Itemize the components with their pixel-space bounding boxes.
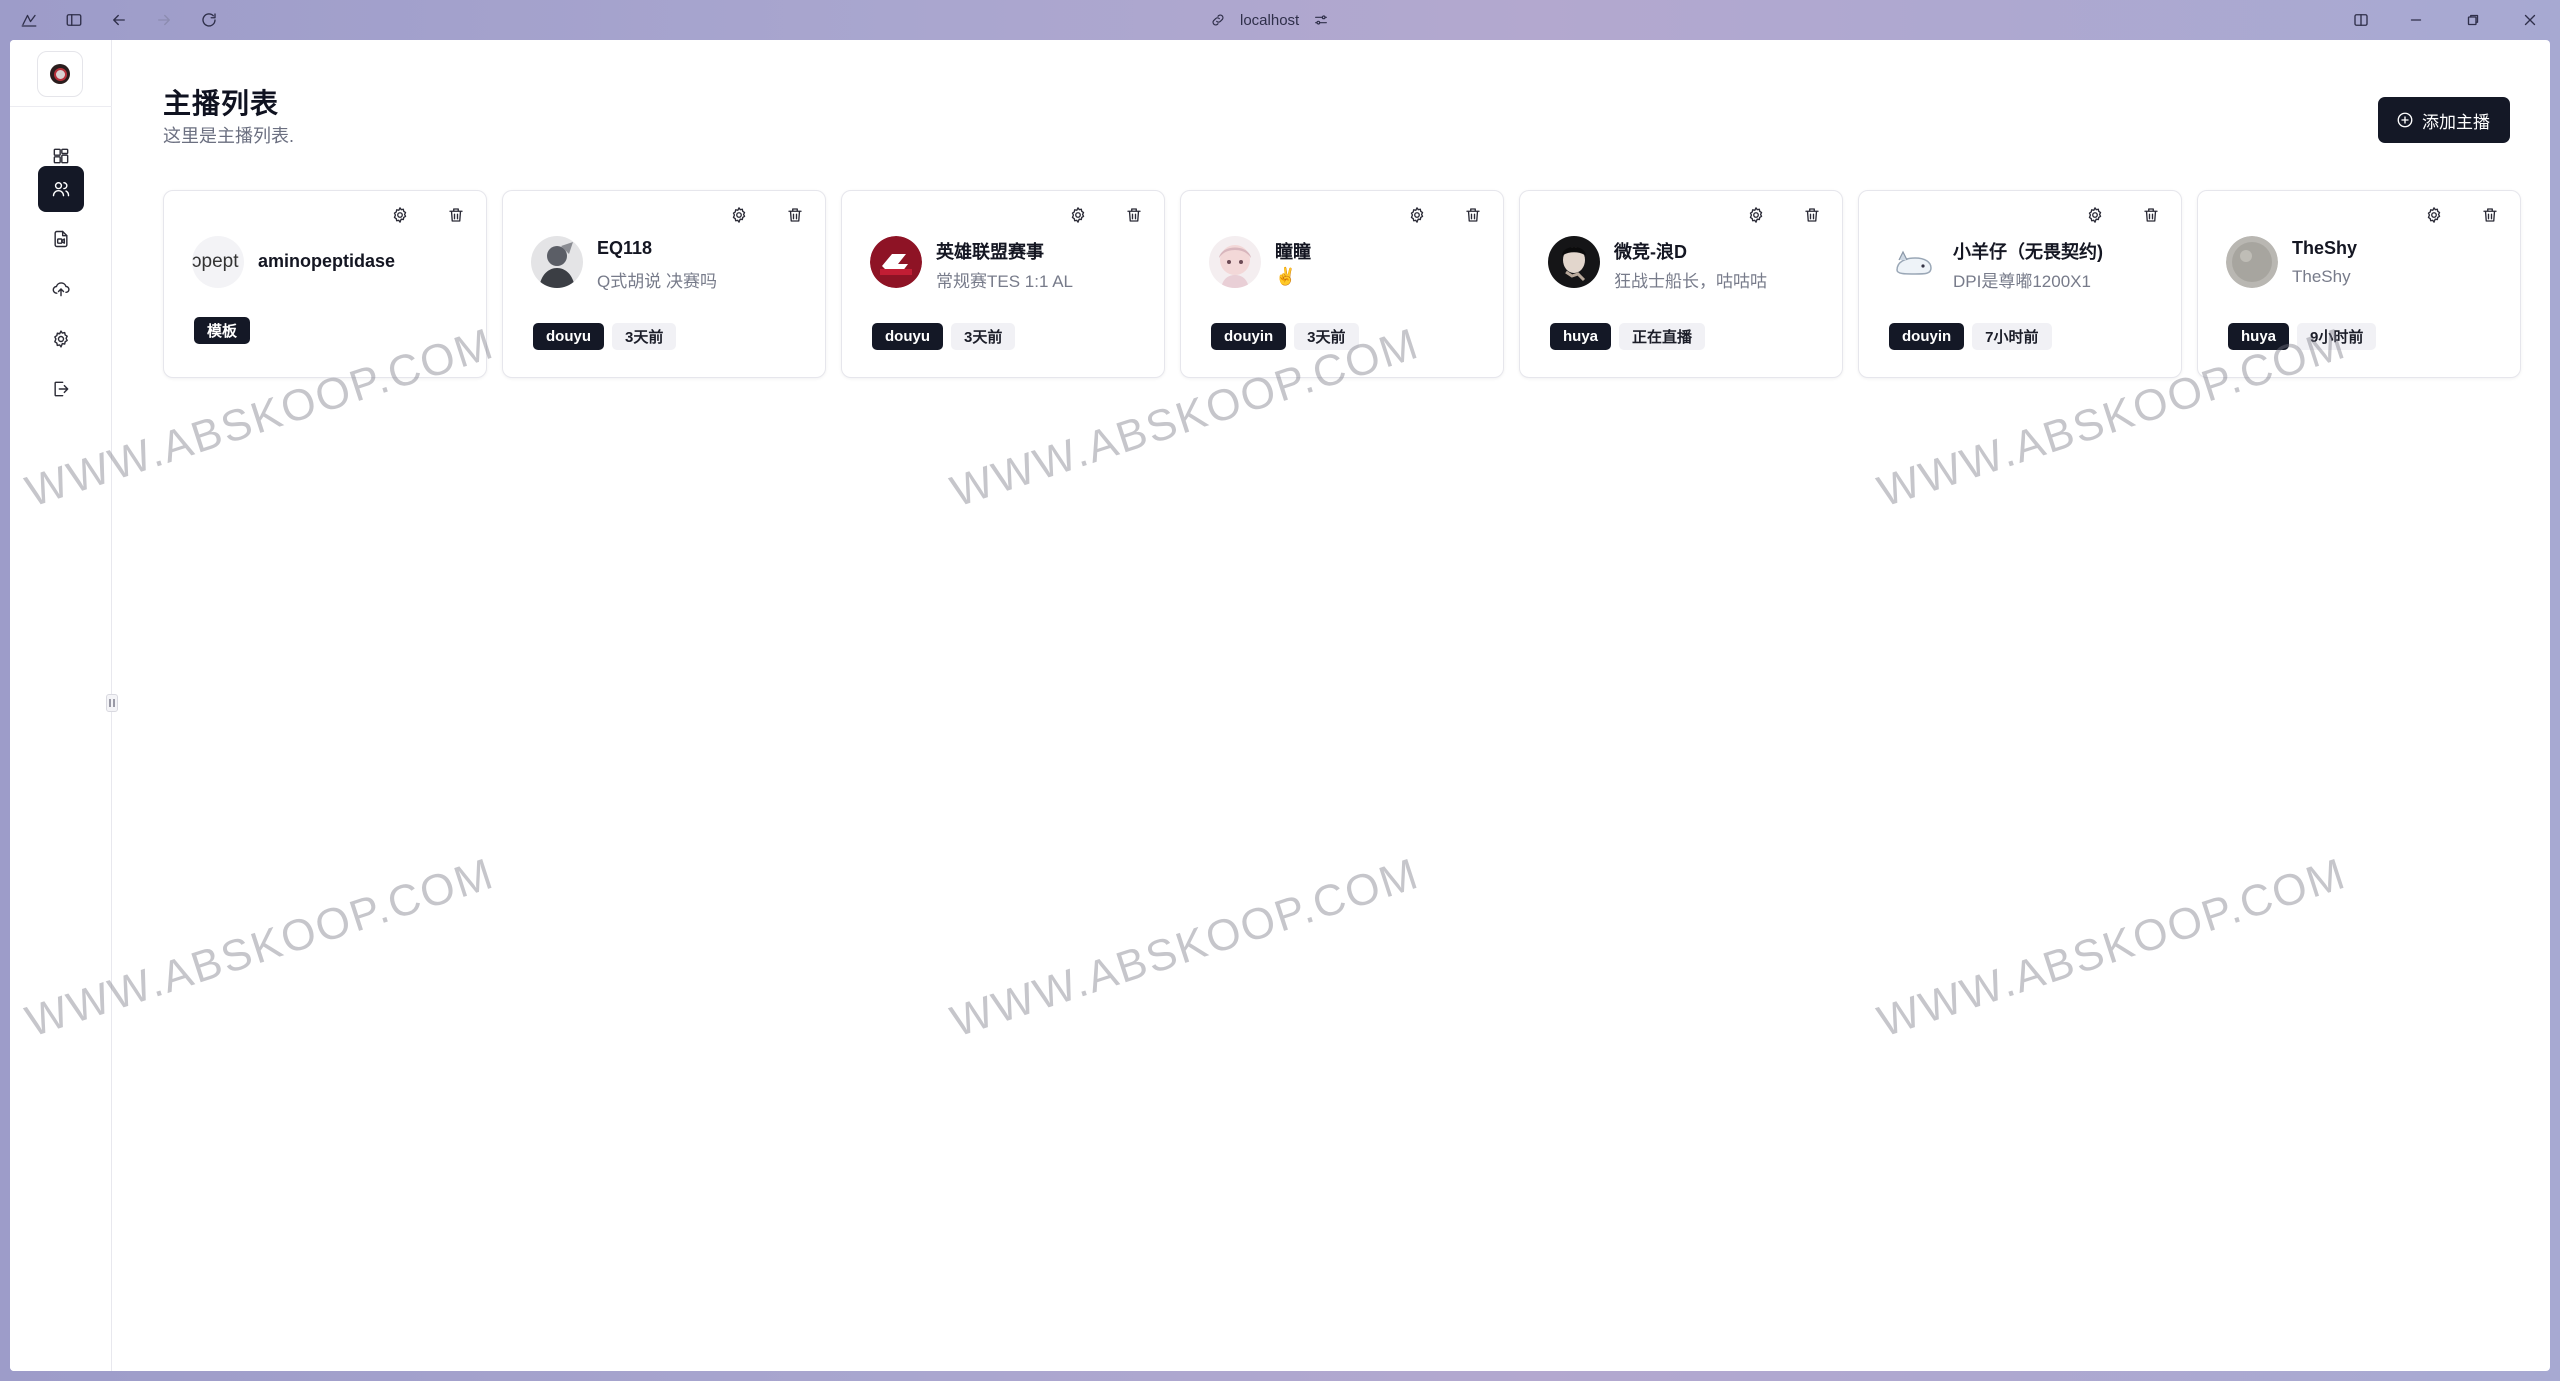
avatar bbox=[2226, 236, 2278, 288]
trash-icon[interactable] bbox=[444, 203, 468, 227]
address-bar[interactable]: localhost bbox=[1210, 8, 1329, 32]
cloud-upload-icon bbox=[52, 282, 70, 297]
trash-icon[interactable] bbox=[1461, 203, 1485, 227]
stream-title: 常规赛TES 1:1 AL bbox=[936, 272, 1073, 291]
stream-title: Q式胡说 决赛吗 bbox=[597, 272, 717, 291]
live-status-badge: 正在直播 bbox=[1619, 323, 1706, 350]
forward-icon[interactable] bbox=[152, 8, 176, 32]
sidebar-item-upload[interactable] bbox=[38, 266, 84, 312]
avatar bbox=[870, 236, 922, 288]
streamer-name: aminopeptidase bbox=[258, 251, 396, 271]
trash-icon[interactable] bbox=[783, 203, 807, 227]
reload-icon[interactable] bbox=[197, 8, 221, 32]
avatar bbox=[1548, 236, 1600, 288]
logout-icon bbox=[54, 381, 69, 397]
streamer-name: EQ118 bbox=[597, 238, 653, 258]
stream-title: ✌️ bbox=[1275, 267, 1297, 286]
gear-icon[interactable] bbox=[1405, 203, 1429, 227]
link-icon bbox=[1212, 14, 1224, 26]
streamer-card[interactable]: 瞳瞳 ✌️ douyin 3天前 bbox=[1180, 190, 1504, 378]
users-icon bbox=[52, 182, 70, 197]
streamer-card[interactable]: ɔpept aminopeptidase 模板 bbox=[163, 190, 487, 378]
page-subtitle: 这里是主播列表. bbox=[163, 126, 295, 146]
main-content: 主播列表 这里是主播列表. 添加主播 ɔpept aminopeptidase … bbox=[113, 40, 2550, 1371]
streamer-card[interactable]: 英雄联盟赛事 常规赛TES 1:1 AL douyu 3天前 bbox=[841, 190, 1165, 378]
url-text: localhost bbox=[1240, 11, 1300, 29]
sidebar-divider bbox=[10, 106, 112, 107]
template-badge: 模板 bbox=[194, 317, 251, 344]
sidebar-toggle-icon[interactable] bbox=[62, 8, 86, 32]
trash-icon[interactable] bbox=[1122, 203, 1146, 227]
platform-badge: douyu bbox=[872, 323, 943, 350]
minimize-icon[interactable] bbox=[2404, 8, 2428, 32]
sidebar-item-records[interactable] bbox=[38, 216, 84, 262]
file-video-icon bbox=[54, 230, 68, 248]
streamer-name: 瞳瞳 bbox=[1275, 242, 1311, 262]
page-title: 主播列表 bbox=[163, 88, 280, 119]
sidebar-item-streamers[interactable] bbox=[38, 166, 84, 212]
trash-icon[interactable] bbox=[2478, 203, 2502, 227]
sidebar-item-logout[interactable] bbox=[38, 366, 84, 412]
stream-title: DPI是尊嘟1200X1 bbox=[1953, 272, 2091, 291]
gear-icon bbox=[54, 330, 68, 348]
add-streamer-button[interactable]: 添加主播 bbox=[2378, 97, 2510, 143]
streamer-card[interactable]: TheShy TheShy huya 9小时前 bbox=[2197, 190, 2521, 378]
sidebar-item-settings[interactable] bbox=[38, 316, 84, 362]
restore-icon[interactable] bbox=[2461, 8, 2485, 32]
stream-title: 狂战士船长，咕咕咕 bbox=[1614, 272, 1767, 291]
trash-icon[interactable] bbox=[2139, 203, 2163, 227]
last-live-badge: 7小时前 bbox=[1972, 323, 2052, 350]
avatar bbox=[531, 236, 583, 288]
back-icon[interactable] bbox=[107, 8, 131, 32]
app-logo[interactable] bbox=[37, 51, 83, 97]
gear-icon[interactable] bbox=[1744, 203, 1768, 227]
platform-badge: douyin bbox=[1211, 323, 1287, 350]
platform-badge: huya bbox=[1550, 323, 1612, 350]
logo-mark bbox=[50, 64, 70, 84]
app-menu-icon[interactable] bbox=[17, 8, 41, 32]
split-view-icon[interactable] bbox=[2349, 8, 2373, 32]
last-live-badge: 9小时前 bbox=[2297, 323, 2377, 350]
avatar: ɔpept bbox=[192, 236, 244, 288]
add-streamer-label: 添加主播 bbox=[2422, 112, 2490, 132]
streamer-card[interactable]: 微竞-浪D 狂战士船长，咕咕咕 huya 正在直播 bbox=[1519, 190, 1843, 378]
streamer-name: 小羊仔（无畏契约) bbox=[1953, 242, 2103, 262]
streamer-card-list: ɔpept aminopeptidase 模板 EQ118 Q式胡说 决赛吗 d… bbox=[163, 190, 2521, 378]
platform-badge: douyin bbox=[1889, 323, 1965, 350]
tune-icon[interactable] bbox=[1313, 12, 1329, 28]
avatar bbox=[1209, 236, 1261, 288]
gear-icon[interactable] bbox=[2422, 203, 2446, 227]
app-window: 主播列表 这里是主播列表. 添加主播 ɔpept aminopeptidase … bbox=[10, 40, 2550, 1371]
platform-badge: huya bbox=[2228, 323, 2290, 350]
plus-circle-icon bbox=[2397, 112, 2413, 128]
last-live-badge: 3天前 bbox=[951, 323, 1016, 350]
avatar bbox=[1887, 236, 1939, 288]
close-icon[interactable] bbox=[2518, 8, 2542, 32]
browser-toolbar: localhost bbox=[0, 0, 2560, 40]
last-live-badge: 3天前 bbox=[612, 323, 677, 350]
gear-icon[interactable] bbox=[2083, 203, 2107, 227]
streamer-name: TheShy bbox=[2292, 238, 2358, 258]
platform-badge: douyu bbox=[533, 323, 604, 350]
streamer-card[interactable]: 小羊仔（无畏契约) DPI是尊嘟1200X1 douyin 7小时前 bbox=[1858, 190, 2182, 378]
streamer-name: 英雄联盟赛事 bbox=[936, 242, 1044, 262]
streamer-card[interactable]: EQ118 Q式胡说 决赛吗 douyu 3天前 bbox=[502, 190, 826, 378]
dashboard-grid-icon bbox=[53, 148, 69, 164]
sidebar bbox=[10, 40, 112, 1371]
gear-icon[interactable] bbox=[1066, 203, 1090, 227]
gear-icon[interactable] bbox=[727, 203, 751, 227]
trash-icon[interactable] bbox=[1800, 203, 1824, 227]
stream-title: TheShy bbox=[2292, 267, 2351, 286]
streamer-name: 微竞-浪D bbox=[1614, 242, 1687, 262]
last-live-badge: 3天前 bbox=[1294, 323, 1359, 350]
gear-icon[interactable] bbox=[388, 203, 412, 227]
